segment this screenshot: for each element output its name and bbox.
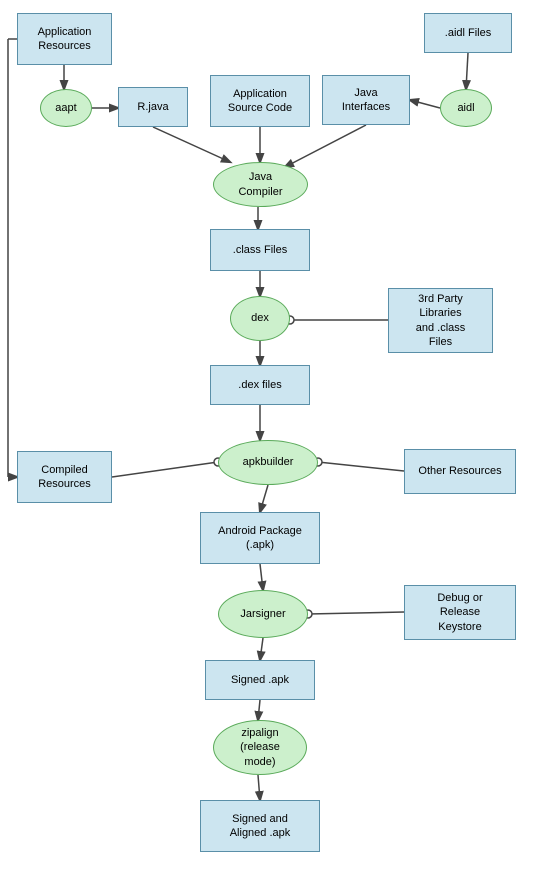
other-resources-box: Other Resources	[404, 449, 516, 494]
diagram: Application Resources .aidl Files aapt R…	[0, 0, 536, 882]
dex-ellipse: dex	[230, 296, 290, 341]
signed-aligned-box: Signed and Aligned .apk	[200, 800, 320, 852]
dex-files-box: .dex files	[210, 365, 310, 405]
zipalign-ellipse: zipalign (release mode)	[213, 720, 307, 775]
java-compiler-ellipse: Java Compiler	[213, 162, 308, 207]
application-resources-box: Application Resources	[17, 13, 112, 65]
aidl-ellipse: aidl	[440, 89, 492, 127]
app-source-box: Application Source Code	[210, 75, 310, 127]
apkbuilder-ellipse: apkbuilder	[218, 440, 318, 485]
aidl-files-box: .aidl Files	[424, 13, 512, 53]
debug-release-box: Debug or Release Keystore	[404, 585, 516, 640]
java-interfaces-box: Java Interfaces	[322, 75, 410, 125]
aapt-ellipse: aapt	[40, 89, 92, 127]
third-party-box: 3rd Party Libraries and .class Files	[388, 288, 493, 353]
android-package-box: Android Package (.apk)	[200, 512, 320, 564]
signed-apk-box: Signed .apk	[205, 660, 315, 700]
compiled-resources-box: Compiled Resources	[17, 451, 112, 503]
jarsigner-ellipse: Jarsigner	[218, 590, 308, 638]
rjava-box: R.java	[118, 87, 188, 127]
class-files-box: .class Files	[210, 229, 310, 271]
